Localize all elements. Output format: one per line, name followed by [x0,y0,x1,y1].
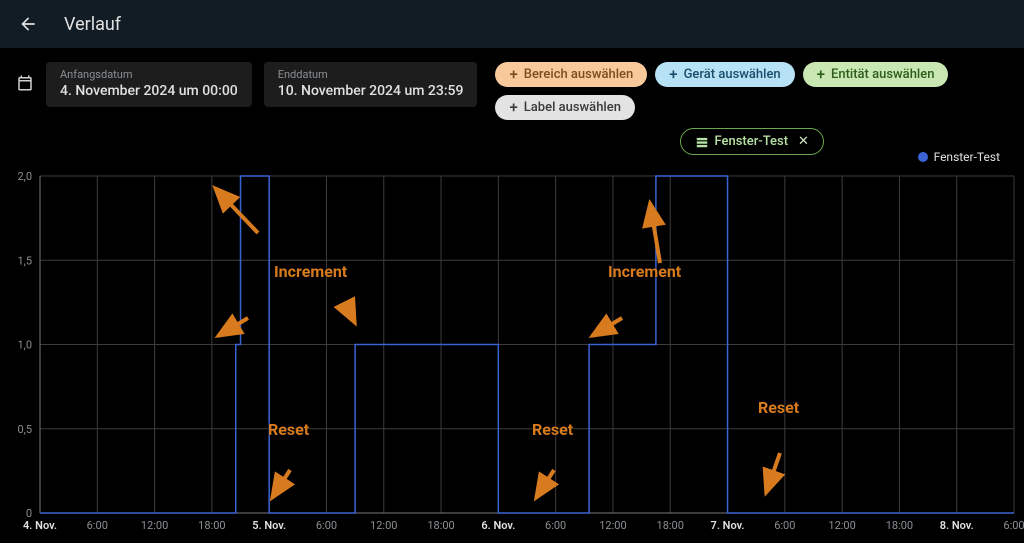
svg-text:6:00: 6:00 [774,519,795,532]
end-date-picker[interactable]: Enddatum 10. November 2024 um 23:59 [264,62,478,107]
svg-text:6:00: 6:00 [545,519,566,532]
back-button[interactable] [16,12,40,36]
filter-label-chip[interactable]: + Label auswählen [495,95,635,120]
end-date-value: 10. November 2024 um 23:59 [278,83,464,99]
chip-label: Fenster-Test [715,134,789,149]
filter-chip-area: + Bereich auswählen + Gerät auswählen + … [495,62,1008,155]
svg-text:6:00: 6:00 [87,519,108,532]
annotation-reset-3: Reset [758,398,799,417]
end-date-label: Enddatum [278,68,464,81]
svg-text:1,5: 1,5 [17,254,32,267]
svg-text:18:00: 18:00 [198,519,225,532]
plus-icon: + [817,67,825,82]
controls-row: Anfangsdatum 4. November 2024 um 00:00 E… [0,48,1024,159]
start-date-label: Anfangsdatum [60,68,238,81]
plus-icon: + [669,67,677,82]
start-date-value: 4. November 2024 um 00:00 [60,83,238,99]
svg-text:18:00: 18:00 [657,519,684,532]
annotation-reset-2: Reset [532,420,573,439]
chip-label: Label auswählen [524,100,621,115]
svg-text:12:00: 12:00 [370,519,397,532]
svg-text:1,0: 1,0 [17,339,32,352]
svg-text:18:00: 18:00 [886,519,913,532]
svg-text:6. Nov.: 6. Nov. [481,519,515,532]
page-title: Verlauf [64,14,121,35]
svg-text:4. Nov.: 4. Nov. [23,519,57,532]
plus-icon: + [509,100,517,115]
svg-text:12:00: 12:00 [599,519,626,532]
chart-legend[interactable]: Fenster-Test [918,150,1000,164]
legend-label: Fenster-Test [934,150,1000,164]
filter-chip-row: + Bereich auswählen + Gerät auswählen + … [495,62,1008,120]
svg-text:2,0: 2,0 [17,170,32,183]
chip-label: Gerät auswählen [684,67,781,82]
entity-icon [695,135,709,149]
annotation-increment-1: Increment [274,262,347,281]
legend-swatch [918,152,928,162]
chip-label: Bereich auswählen [524,67,633,82]
svg-text:12:00: 12:00 [141,519,168,532]
annotation-increment-2: Increment [608,262,681,281]
svg-text:5. Nov.: 5. Nov. [252,519,286,532]
svg-text:18:00: 18:00 [427,519,454,532]
plus-icon: + [509,67,517,82]
filter-device-chip[interactable]: + Gerät auswählen [655,62,794,87]
chip-label: Entität auswählen [831,67,934,82]
svg-text:8. Nov.: 8. Nov. [940,519,974,532]
svg-text:6:00: 6:00 [1003,519,1024,532]
annotation-reset-1: Reset [268,420,309,439]
chart-area: Fenster-Test 00,51,01,52,04. Nov.6:0012:… [0,150,1024,543]
start-date-picker[interactable]: Anfangsdatum 4. November 2024 um 00:00 [46,62,252,107]
topbar: Verlauf [0,0,1024,48]
svg-text:12:00: 12:00 [828,519,855,532]
filter-area-chip[interactable]: + Bereich auswählen [495,62,647,87]
chart-svg: 00,51,01,52,04. Nov.6:0012:0018:005. Nov… [0,168,1024,543]
calendar-icon [16,74,34,92]
svg-text:6:00: 6:00 [316,519,337,532]
arrow-left-icon [18,14,38,34]
filter-entity-chip[interactable]: + Entität auswählen [803,62,949,87]
svg-text:7. Nov.: 7. Nov. [711,519,745,532]
svg-text:0,5: 0,5 [17,423,32,436]
close-icon[interactable]: ✕ [798,134,809,149]
